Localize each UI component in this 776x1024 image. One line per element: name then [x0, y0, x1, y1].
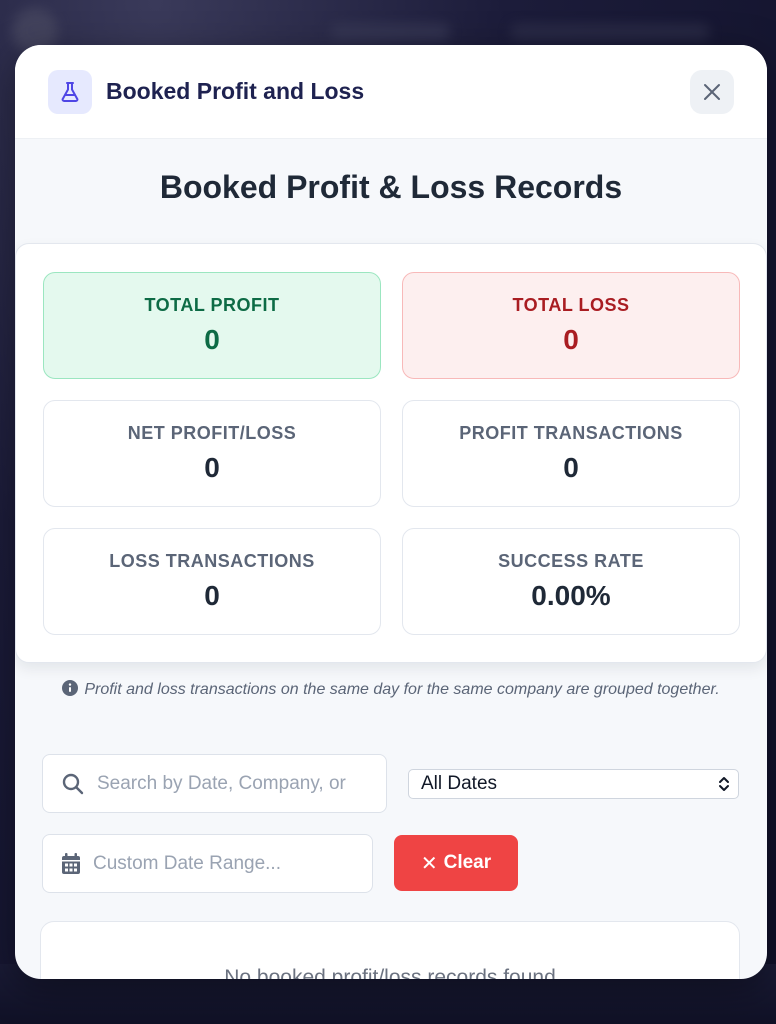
- success-rate-card: SUCCESS RATE 0.00%: [402, 528, 740, 635]
- total-profit-value: 0: [204, 324, 220, 355]
- success-rate-value: 0.00%: [531, 580, 611, 611]
- calendar-icon: [62, 852, 80, 874]
- close-button[interactable]: [690, 69, 734, 114]
- section-title: Booked Profit & Loss Records: [159, 169, 623, 205]
- profit-transactions-label: PROFIT TRANSACTIONS: [459, 423, 683, 443]
- net-profit-loss-value: 0: [204, 452, 220, 483]
- loss-transactions-card: LOSS TRANSACTIONS 0: [43, 528, 381, 635]
- empty-records-message: No booked profit/loss records found: [224, 966, 556, 979]
- chevron-up-down-icon: [719, 777, 729, 791]
- profit-transactions-value: 0: [563, 452, 579, 483]
- info-icon: [62, 680, 79, 696]
- close-icon: ✕: [420, 852, 438, 875]
- custom-date-range-input[interactable]: [93, 852, 323, 875]
- backdrop-nav-item: [330, 24, 450, 40]
- loss-transactions-value: 0: [204, 580, 220, 611]
- modal-header: Booked Profit and Loss: [15, 45, 767, 139]
- date-filter-select[interactable]: All Dates: [408, 769, 739, 799]
- total-loss-value: 0: [563, 324, 579, 355]
- total-loss-label: TOTAL LOSS: [512, 295, 630, 315]
- records-panel: No booked profit/loss records found: [40, 921, 740, 979]
- clear-button[interactable]: ✕ Clear: [394, 835, 518, 891]
- search-input[interactable]: [97, 772, 367, 795]
- close-icon: [704, 83, 720, 100]
- grouping-note-text: Profit and loss transactions on the same…: [84, 681, 720, 698]
- backdrop-nav-item: [510, 24, 710, 40]
- loss-transactions-label: LOSS TRANSACTIONS: [109, 551, 315, 571]
- stats-summary-card: TOTAL PROFIT 0 TOTAL LOSS 0 NET PROFIT/L…: [15, 243, 767, 663]
- clear-button-label: Clear: [443, 852, 492, 873]
- flask-icon: [48, 69, 92, 114]
- profit-loss-modal: Booked Profit and Loss Booked Profit & L…: [15, 45, 767, 979]
- profit-transactions-card: PROFIT TRANSACTIONS 0: [402, 400, 740, 507]
- net-profit-loss-card: NET PROFIT/LOSS 0: [43, 400, 381, 507]
- net-profit-loss-label: NET PROFIT/LOSS: [127, 423, 297, 443]
- grouping-note: Profit and loss transactions on the same…: [55, 679, 727, 700]
- total-profit-card: TOTAL PROFIT 0: [43, 272, 381, 379]
- success-rate-label: SUCCESS RATE: [498, 551, 644, 571]
- total-profit-label: TOTAL PROFIT: [144, 295, 280, 315]
- modal-title: Booked Profit and Loss: [106, 78, 365, 104]
- custom-date-range-field[interactable]: [42, 834, 373, 893]
- search-field[interactable]: [42, 754, 387, 813]
- total-loss-card: TOTAL LOSS 0: [402, 272, 740, 379]
- search-icon: [62, 773, 84, 794]
- date-filter-selected: All Dates: [421, 773, 498, 794]
